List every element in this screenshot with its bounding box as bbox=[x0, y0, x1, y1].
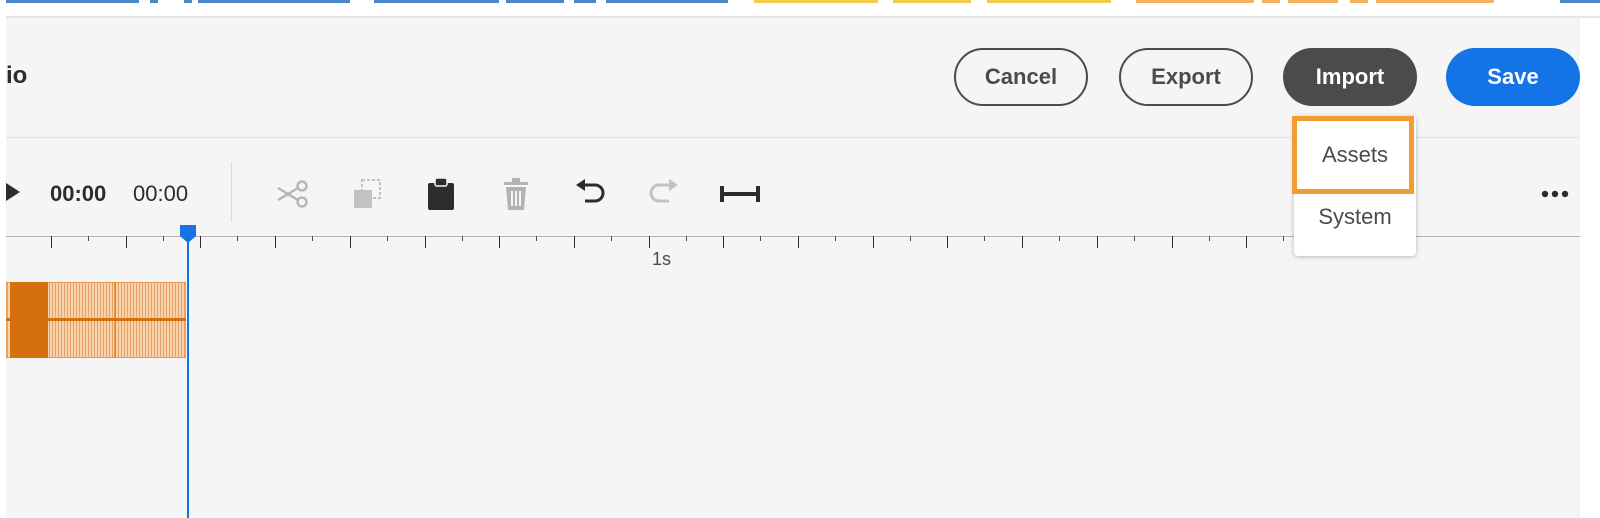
ruler-tick-major bbox=[574, 236, 575, 248]
ruler-tick-major bbox=[51, 236, 52, 248]
cut-button[interactable] bbox=[275, 176, 311, 212]
undo-button[interactable] bbox=[572, 176, 608, 212]
ruler-tick-major bbox=[649, 236, 650, 248]
audio-clip[interactable] bbox=[6, 282, 186, 358]
strip-segment bbox=[987, 0, 1111, 3]
ruler-tick-major bbox=[947, 236, 948, 248]
trash-icon bbox=[504, 178, 528, 210]
ruler-tick-minor bbox=[910, 236, 911, 241]
more-options-icon[interactable] bbox=[1537, 176, 1573, 212]
redo-icon bbox=[649, 179, 678, 203]
duration-time: 00:00 bbox=[133, 181, 189, 206]
ruler-tick-major bbox=[798, 236, 799, 248]
strip-segment bbox=[1560, 0, 1600, 3]
ruler-tick-major bbox=[126, 236, 127, 248]
delete-button[interactable] bbox=[498, 176, 534, 212]
strip-segment bbox=[506, 0, 564, 3]
strip-segment bbox=[754, 0, 878, 3]
right-gutter bbox=[1580, 18, 1600, 518]
strip-segment bbox=[198, 0, 350, 3]
ruler-tick-major bbox=[1172, 236, 1173, 248]
ruler-tick-minor bbox=[611, 236, 612, 241]
strip-segment bbox=[1262, 0, 1280, 3]
assets-highlight-box bbox=[1292, 116, 1414, 194]
strip-segment bbox=[184, 0, 192, 3]
ruler-tick-major bbox=[1246, 236, 1247, 248]
ruler-tick-major bbox=[1022, 236, 1023, 248]
ruler-tick-minor bbox=[387, 236, 388, 241]
strip-segment bbox=[606, 0, 728, 3]
ruler-tick-minor bbox=[462, 236, 463, 241]
ruler-tick-minor bbox=[312, 236, 313, 241]
toolbar-separator bbox=[231, 162, 232, 222]
strip-segment bbox=[574, 0, 596, 3]
paste-button[interactable] bbox=[423, 176, 459, 212]
strip-segment bbox=[1376, 0, 1494, 3]
paste-icon bbox=[428, 177, 454, 210]
ruler-tick-minor bbox=[686, 236, 687, 241]
ruler-tick-minor bbox=[984, 236, 985, 241]
undo-icon bbox=[576, 179, 605, 203]
page-title: io bbox=[6, 62, 28, 89]
playhead-handle[interactable] bbox=[179, 224, 197, 244]
strip-segment bbox=[1288, 0, 1338, 3]
strip-segment bbox=[374, 0, 499, 3]
ruler-tick-minor bbox=[88, 236, 89, 241]
ruler-tick-minor bbox=[760, 236, 761, 241]
ruler-tick-major bbox=[1097, 236, 1098, 248]
strip-segment bbox=[1136, 0, 1254, 3]
ruler-tick-label: 1s bbox=[652, 249, 672, 269]
fit-width-icon bbox=[720, 186, 760, 202]
ruler-tick-minor bbox=[536, 236, 537, 241]
export-button[interactable]: Export bbox=[1119, 48, 1253, 106]
scissors-icon bbox=[277, 180, 308, 208]
ruler-tick-minor bbox=[1283, 236, 1284, 241]
playhead-line bbox=[187, 228, 189, 518]
cancel-button[interactable]: Cancel bbox=[954, 48, 1088, 106]
ruler-tick-major bbox=[873, 236, 874, 248]
current-time: 00:00 bbox=[50, 181, 107, 206]
ruler-tick-major bbox=[425, 236, 426, 248]
redo-button[interactable] bbox=[646, 176, 682, 212]
copy-icon bbox=[354, 179, 381, 208]
ruler-tick-minor bbox=[237, 236, 238, 241]
top-color-strip bbox=[0, 0, 1600, 17]
ruler-tick-major bbox=[499, 236, 500, 248]
strip-segment bbox=[6, 0, 139, 3]
strip-segment bbox=[150, 0, 158, 3]
import-button[interactable]: Import bbox=[1283, 48, 1417, 106]
ruler-tick-minor bbox=[163, 236, 164, 241]
save-button[interactable]: Save bbox=[1446, 48, 1580, 106]
ruler-tick-minor bbox=[835, 236, 836, 241]
ruler-tick-major bbox=[200, 236, 201, 248]
play-icon[interactable] bbox=[6, 182, 22, 202]
copy-button[interactable] bbox=[350, 176, 386, 212]
strip-segment bbox=[893, 0, 971, 3]
ruler-tick-minor bbox=[1209, 236, 1210, 241]
ruler-tick-major bbox=[723, 236, 724, 248]
menu-item-system[interactable]: System bbox=[1294, 204, 1416, 230]
fit-width-button[interactable] bbox=[718, 176, 762, 212]
ruler-tick-minor bbox=[1134, 236, 1135, 241]
ruler-tick-minor bbox=[1059, 236, 1060, 241]
ruler-tick-major bbox=[350, 236, 351, 248]
strip-segment bbox=[1350, 0, 1368, 3]
ruler-tick-major bbox=[275, 236, 276, 248]
